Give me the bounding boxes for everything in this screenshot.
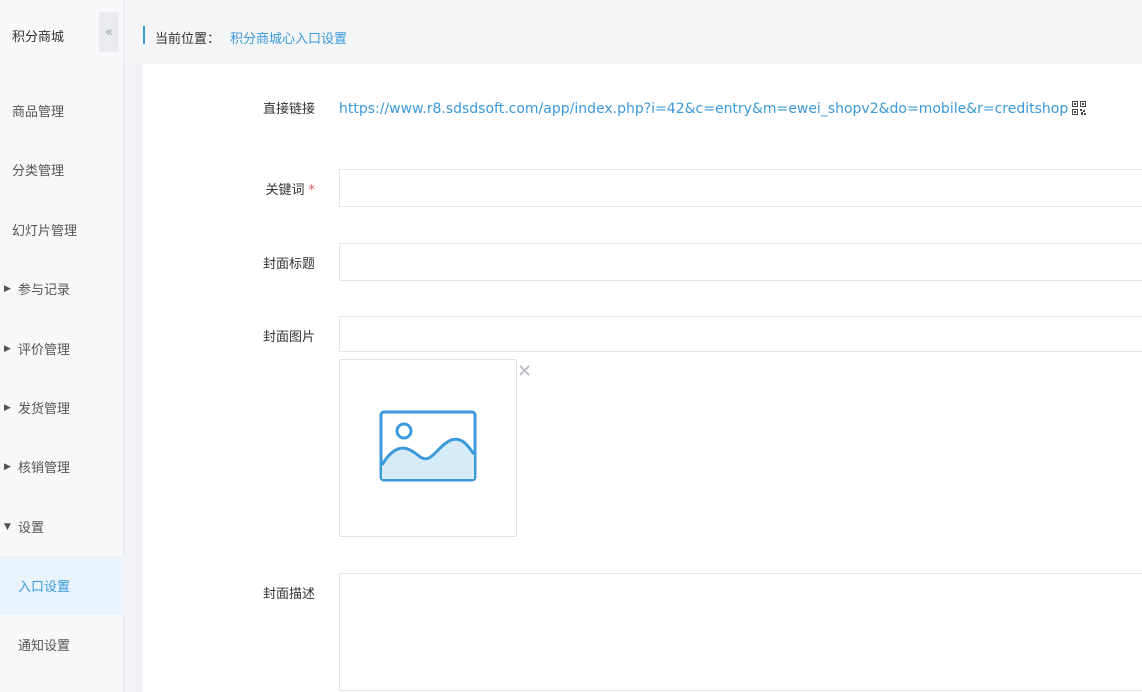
- caret-right-icon: ▶: [4, 402, 11, 413]
- sidebar-item-label: 核销管理: [18, 461, 71, 476]
- caret-right-icon: ▶: [4, 283, 11, 294]
- sidebar-item-label: 参与记录: [18, 283, 71, 298]
- main-area: 当前位置： 积分商城心入口设置 直接链接 https://www.r8.sdsd…: [124, 0, 1142, 692]
- breadcrumb-prefix: 当前位置：: [155, 32, 221, 47]
- breadcrumb-accent-bar: [143, 26, 145, 44]
- cover-image-label: 封面图片: [262, 330, 315, 345]
- sidebar-item-label: 入口设置: [18, 580, 71, 595]
- remove-image-icon[interactable]: ✕: [517, 363, 532, 381]
- direct-link-url[interactable]: https://www.r8.sdsdsoft.com/app/index.ph…: [339, 101, 1068, 117]
- cover-image-preview[interactable]: [339, 359, 517, 537]
- sidebar-item-label: 设置: [18, 521, 45, 536]
- cover-image-input[interactable]: [339, 316, 1142, 352]
- sidebar-item-entry-settings[interactable]: 入口设置: [0, 556, 124, 615]
- keyword-label: 关键词: [265, 183, 305, 198]
- sidebar-item-categories[interactable]: 分类管理: [0, 140, 124, 199]
- sidebar-item-slideshow[interactable]: 幻灯片管理: [0, 200, 124, 259]
- sidebar-item-label: 评价管理: [18, 343, 71, 358]
- sidebar: 积分商城 « 商品管理 分类管理 幻灯片管理 ▶ 参与记录 ▶ 评价管理 ▶ 发…: [0, 0, 124, 692]
- caret-right-icon: ▶: [4, 343, 11, 354]
- sidebar-item-label: 发货管理: [18, 402, 71, 417]
- sidebar-item-participation[interactable]: ▶ 参与记录: [0, 259, 124, 318]
- cover-title-input[interactable]: [339, 243, 1142, 281]
- collapse-sidebar-button[interactable]: «: [99, 12, 119, 52]
- direct-link-label: 直接链接: [262, 102, 315, 117]
- sidebar-item-products[interactable]: 商品管理: [0, 81, 124, 140]
- sidebar-item-shipping[interactable]: ▶ 发货管理: [0, 378, 124, 437]
- qr-code-icon[interactable]: [1072, 101, 1087, 119]
- double-chevron-left-icon: «: [105, 24, 113, 40]
- keyword-label-row: 关键词 *: [135, 179, 315, 198]
- cover-desc-label: 封面描述: [262, 587, 315, 602]
- sidebar-item-label: 幻灯片管理: [12, 224, 78, 239]
- sidebar-item-settings[interactable]: ▼ 设置: [0, 497, 124, 556]
- breadcrumb-current[interactable]: 积分商城心入口设置: [230, 28, 347, 47]
- sidebar-title: 积分商城: [12, 30, 65, 45]
- cover-desc-textarea[interactable]: [339, 573, 1142, 691]
- required-mark: *: [308, 183, 316, 198]
- sidebar-item-label: 通知设置: [18, 639, 71, 654]
- cover-title-label: 封面标题: [262, 257, 315, 272]
- direct-link-row: https://www.r8.sdsdsoft.com/app/index.ph…: [339, 101, 1087, 119]
- sidebar-item-label: 分类管理: [12, 164, 65, 179]
- caret-down-icon: ▼: [4, 521, 11, 532]
- sidebar-item-reviews[interactable]: ▶ 评价管理: [0, 319, 124, 378]
- sidebar-item-label: 商品管理: [12, 105, 65, 120]
- settings-form: 直接链接 https://www.r8.sdsdsoft.com/app/ind…: [143, 64, 1142, 692]
- sidebar-item-notification-settings[interactable]: 通知设置: [0, 615, 124, 674]
- breadcrumb: 当前位置： 积分商城心入口设置: [124, 0, 1142, 64]
- keyword-input[interactable]: [339, 169, 1142, 207]
- image-placeholder-icon: [379, 410, 477, 486]
- caret-right-icon: ▶: [4, 461, 11, 472]
- sidebar-item-verification[interactable]: ▶ 核销管理: [0, 437, 124, 496]
